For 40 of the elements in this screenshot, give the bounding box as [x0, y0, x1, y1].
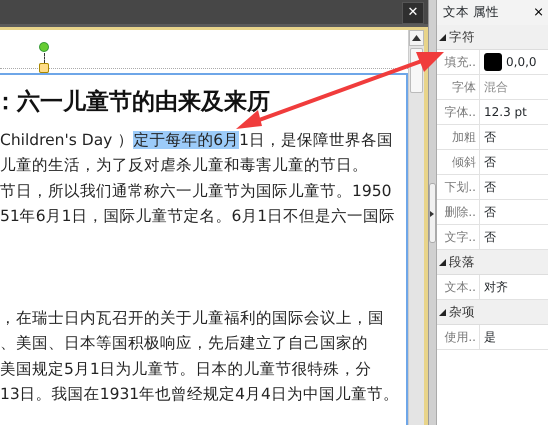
property-value: 否: [484, 204, 496, 221]
panel-title: 文本 属性: [443, 3, 499, 22]
property-value: 对齐: [484, 279, 508, 296]
property-label: 下划..: [437, 175, 480, 199]
close-button[interactable]: ✕: [402, 2, 424, 24]
property-value: 否: [484, 179, 496, 196]
text-line: 美国规定5月1日为儿童节。日本的儿童节很特殊，分: [0, 358, 373, 380]
text-line: 、美国、日本等国积极响应，先后建立了自己国家的: [0, 333, 369, 354]
text-line: 节日，所以我们通常称六一儿童节为国际儿童节。1950: [0, 180, 392, 202]
property-value: 否: [484, 129, 496, 146]
property-label: 使用..: [437, 325, 480, 349]
property-label: 倾斜: [437, 150, 480, 174]
color-swatch[interactable]: [484, 53, 502, 71]
text-line: 儿童的生活，为了反对虐杀儿童和毒害儿童的节日。: [0, 155, 369, 176]
rotate-handle[interactable]: [39, 42, 49, 52]
property-label: 字体: [437, 75, 480, 99]
property-value: 是: [484, 329, 496, 346]
close-button[interactable]: ×: [533, 6, 544, 19]
property-value: 混合: [484, 79, 508, 96]
property-value: 否: [484, 229, 496, 246]
property-label: 字体..: [437, 100, 480, 124]
property-label: 删除..: [437, 200, 480, 224]
text-line: ，在瑞士日内瓦召开的关于儿童福利的国际会议上，国: [0, 308, 385, 328]
category-label: 字符: [449, 28, 475, 46]
text-line: Children's Day ）定于每年的6月 1日，是保障世界各国: [0, 130, 394, 150]
property-label: 文字..: [437, 225, 480, 249]
property-label: 文本..: [437, 275, 480, 299]
scroll-up-icon[interactable]: [409, 30, 424, 46]
resize-handle[interactable]: [39, 63, 49, 73]
property-value: 12.3 pt: [484, 104, 527, 121]
text-line: 51年6月1日，国际儿童节定名。6月1日不但是六一国际: [0, 206, 396, 227]
splitter-handle[interactable]: [429, 182, 436, 242]
property-label: 加粗: [437, 125, 480, 149]
scrollbar[interactable]: [408, 30, 424, 425]
property-value: 否: [484, 154, 496, 171]
category-label: 杂项: [449, 302, 475, 321]
text-line: 13日。我国在1931年也曾经规定4月4日为中国儿童节。: [0, 384, 400, 405]
property-value: 0,0,0: [506, 54, 537, 71]
document-heading: ：六一儿童节的由来及来历: [0, 88, 271, 117]
category-label: 段落: [449, 252, 475, 271]
